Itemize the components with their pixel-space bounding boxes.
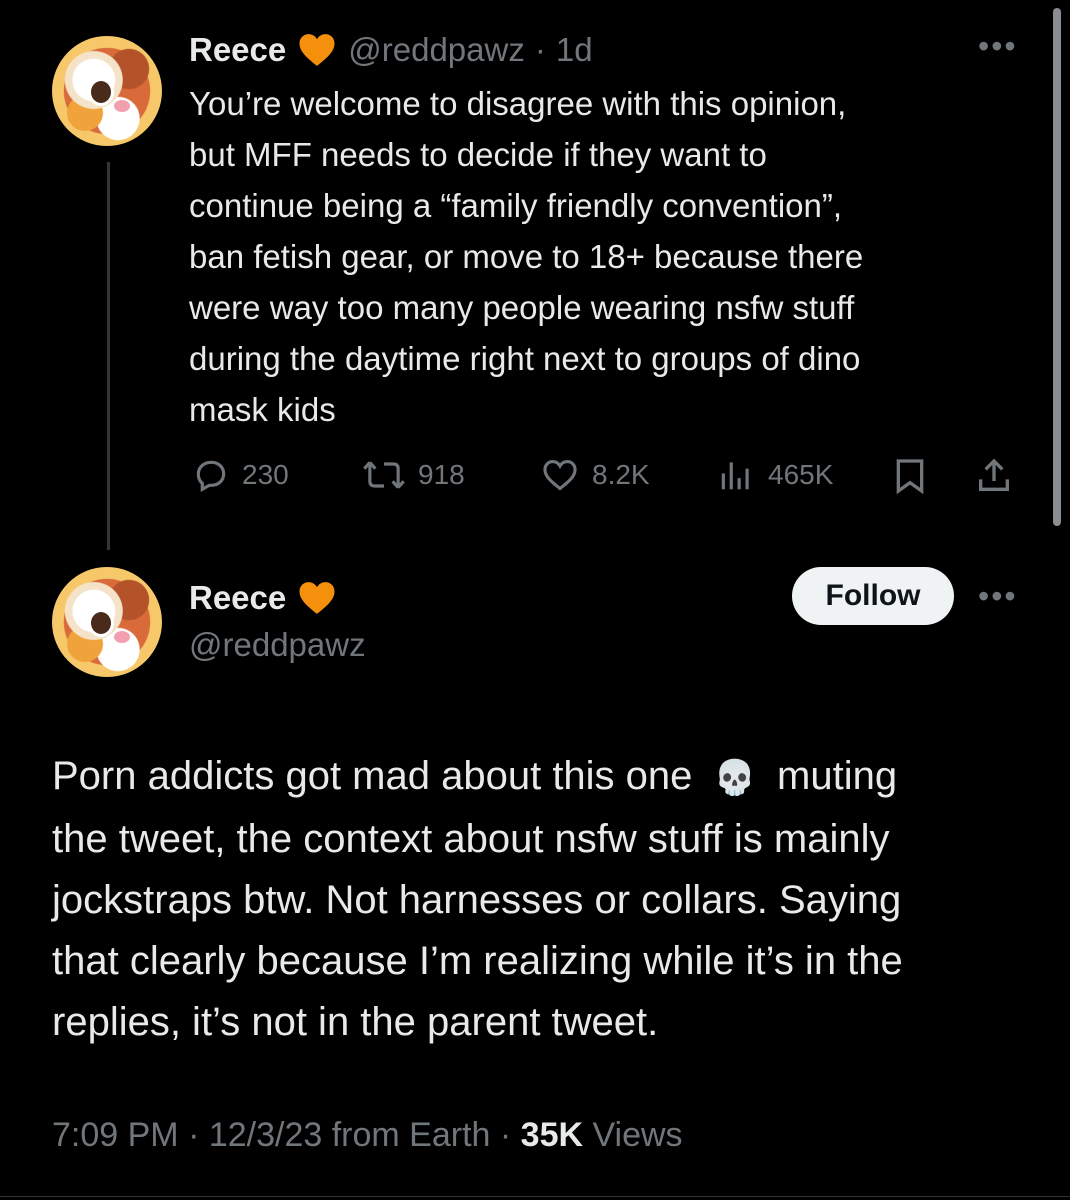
text-line: but MFF needs to decide if they want to xyxy=(189,136,767,173)
heart-icon xyxy=(299,582,335,614)
reply-button[interactable]: 230 xyxy=(192,456,289,494)
text-line: You’re welcome to disagree with this opi… xyxy=(189,85,847,122)
time-separator: · xyxy=(534,31,546,68)
avatar[interactable] xyxy=(52,36,162,146)
heart-icon xyxy=(299,34,335,66)
text-line: ban fetish gear, or move to 18+ because … xyxy=(189,238,864,275)
divider xyxy=(0,1196,1070,1197)
views-count[interactable]: 35K xyxy=(521,1116,583,1154)
main-tweet-text: Porn addicts got mad about this one 💀 mu… xyxy=(52,746,1052,1053)
retweet-button[interactable]: 918 xyxy=(362,456,465,494)
text-line: during the daytime right next to groups … xyxy=(189,340,861,377)
text-line: replies, it’s not in the parent tweet. xyxy=(52,1000,659,1044)
avatar-cheek xyxy=(114,100,130,112)
reply-icon xyxy=(196,460,226,492)
text-segment: Porn addicts got mad about this one xyxy=(52,754,693,798)
text-line: mask kids xyxy=(189,391,336,428)
avatar-eye xyxy=(88,78,114,106)
scrollbar[interactable] xyxy=(1053,8,1061,526)
views-button[interactable]: 465K xyxy=(716,456,833,494)
bookmark-icon xyxy=(896,459,924,495)
avatar[interactable] xyxy=(52,567,162,677)
retweet-count: 918 xyxy=(418,459,465,490)
views-icon xyxy=(721,462,749,490)
text-line: were way too many people wearing nsfw st… xyxy=(189,289,855,326)
like-count: 8.2K xyxy=(592,459,650,490)
text-line: Porn addicts got mad about this one 💀 mu… xyxy=(52,746,1052,809)
more-icon[interactable]: ••• xyxy=(978,578,1018,615)
tweet-time[interactable]: 1d xyxy=(556,31,593,69)
thread-tweet-header: Reece @reddpawz · 1d xyxy=(189,26,593,74)
follow-button[interactable]: Follow xyxy=(792,567,954,625)
tweet-meta: 7:09 PM · 12/3/23 from Earth · 35K Views xyxy=(52,1116,683,1155)
thread-line xyxy=(107,162,110,550)
text-segment: muting xyxy=(777,754,898,798)
reply-count: 230 xyxy=(242,459,289,490)
thread-tweet-text: You’re welcome to disagree with this opi… xyxy=(189,78,1029,435)
timestamp[interactable]: 7:09 PM · 12/3/23 from Earth · xyxy=(52,1116,521,1154)
text-line: jockstraps btw. Not harnesses or collars… xyxy=(52,878,902,922)
text-line: the tweet, the context about nsfw stuff … xyxy=(52,817,890,861)
views-label: Views xyxy=(583,1116,683,1154)
text-line: that clearly because I’m realizing while… xyxy=(52,939,903,983)
like-icon xyxy=(543,459,577,491)
share-button[interactable] xyxy=(974,456,1014,501)
more-icon[interactable]: ••• xyxy=(978,28,1018,65)
skull-emoji: 💀 xyxy=(713,759,756,797)
display-name[interactable]: Reece xyxy=(189,31,286,69)
display-name[interactable]: Reece xyxy=(189,579,286,617)
avatar-eye xyxy=(88,609,114,637)
views-count: 465K xyxy=(768,459,834,490)
retweet-icon xyxy=(363,461,405,489)
bookmark-button[interactable] xyxy=(890,456,930,501)
handle[interactable]: @reddpawz xyxy=(348,31,525,69)
like-button[interactable]: 8.2K xyxy=(540,456,650,494)
share-icon xyxy=(979,458,1009,491)
text-line: continue being a “family friendly conven… xyxy=(189,187,843,224)
main-tweet-name-row: Reece xyxy=(189,574,338,622)
avatar-cheek xyxy=(114,631,130,643)
handle[interactable]: @reddpawz xyxy=(189,626,366,664)
